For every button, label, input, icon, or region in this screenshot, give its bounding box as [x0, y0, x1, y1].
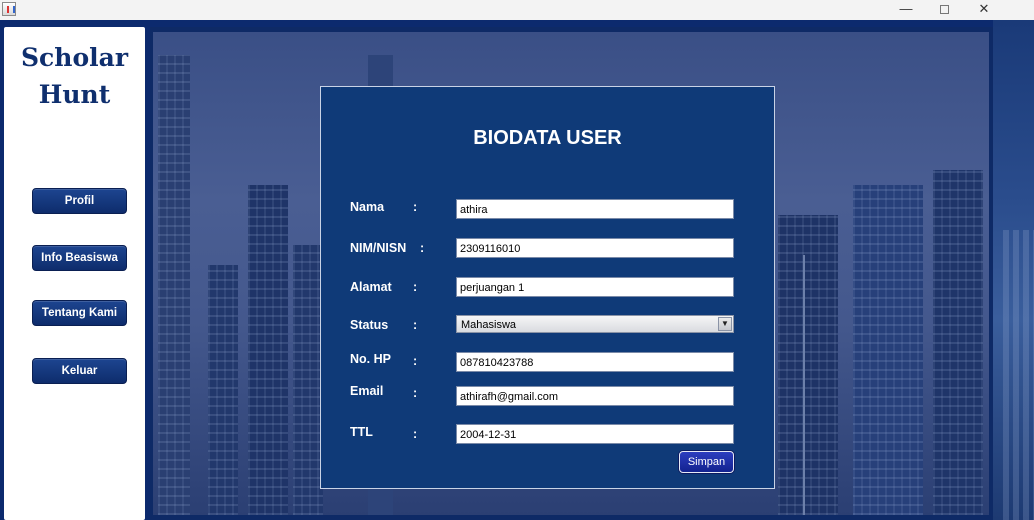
maximize-icon — [939, 5, 949, 14]
info-beasiswa-button[interactable]: Info Beasiswa — [32, 245, 127, 271]
app-window: — ✕ Scholar Hunt Profil Info Beasiswa Te… — [0, 0, 1034, 520]
minimize-button[interactable]: — — [886, 0, 926, 20]
chevron-down-icon[interactable]: ▼ — [718, 317, 732, 331]
logo-line-1: Scholar — [21, 43, 128, 72]
simpan-button[interactable]: Simpan — [679, 451, 734, 473]
nama-colon: : — [413, 200, 418, 214]
maximize-button[interactable] — [924, 0, 964, 20]
hp-label: No. HP — [350, 352, 391, 366]
alamat-colon: : — [413, 280, 418, 294]
email-label: Email — [350, 384, 384, 398]
background-strip — [993, 20, 1034, 520]
sidebar: Scholar Hunt Profil Info Beasiswa Tentan… — [0, 27, 150, 520]
nama-field[interactable]: athira — [456, 199, 734, 219]
ttl-colon: : — [413, 427, 418, 441]
biodata-form-panel: BIODATA USER Nama : athira NIM/NISN : 23… — [320, 86, 775, 489]
logo-line-2: Hunt — [38, 80, 111, 109]
ttl-field[interactable]: 2004-12-31 — [456, 424, 734, 444]
status-select[interactable]: Mahasiswa ▼ — [456, 315, 734, 333]
status-label: Status — [350, 318, 389, 332]
nama-label: Nama — [350, 200, 385, 214]
email-field[interactable]: athirafh@gmail.com — [456, 386, 734, 406]
keluar-button[interactable]: Keluar — [32, 358, 127, 384]
form-title: BIODATA USER — [473, 127, 622, 149]
sidebar-panel: Scholar Hunt Profil Info Beasiswa Tentan… — [4, 27, 145, 520]
nim-colon: : — [420, 241, 425, 255]
alamat-field[interactable]: perjuangan 1 — [456, 277, 734, 297]
ttl-label: TTL — [350, 425, 373, 439]
close-button[interactable]: ✕ — [964, 0, 1004, 20]
title-bar: — ✕ — [0, 0, 1034, 20]
hp-colon: : — [413, 354, 418, 368]
hp-field[interactable]: 087810423788 — [456, 352, 734, 372]
app-logo: Scholar Hunt — [12, 39, 137, 113]
alamat-label: Alamat — [350, 280, 392, 294]
tentang-kami-button[interactable]: Tentang Kami — [32, 300, 127, 326]
profil-button[interactable]: Profil — [32, 188, 127, 214]
status-selected-value: Mahasiswa — [461, 319, 517, 331]
email-colon: : — [413, 386, 418, 400]
java-app-icon — [2, 2, 16, 16]
nim-field[interactable]: 2309116010 — [456, 238, 734, 258]
nim-label: NIM/NISN — [350, 241, 407, 255]
status-colon: : — [413, 318, 418, 332]
frame-top — [0, 20, 1034, 27]
